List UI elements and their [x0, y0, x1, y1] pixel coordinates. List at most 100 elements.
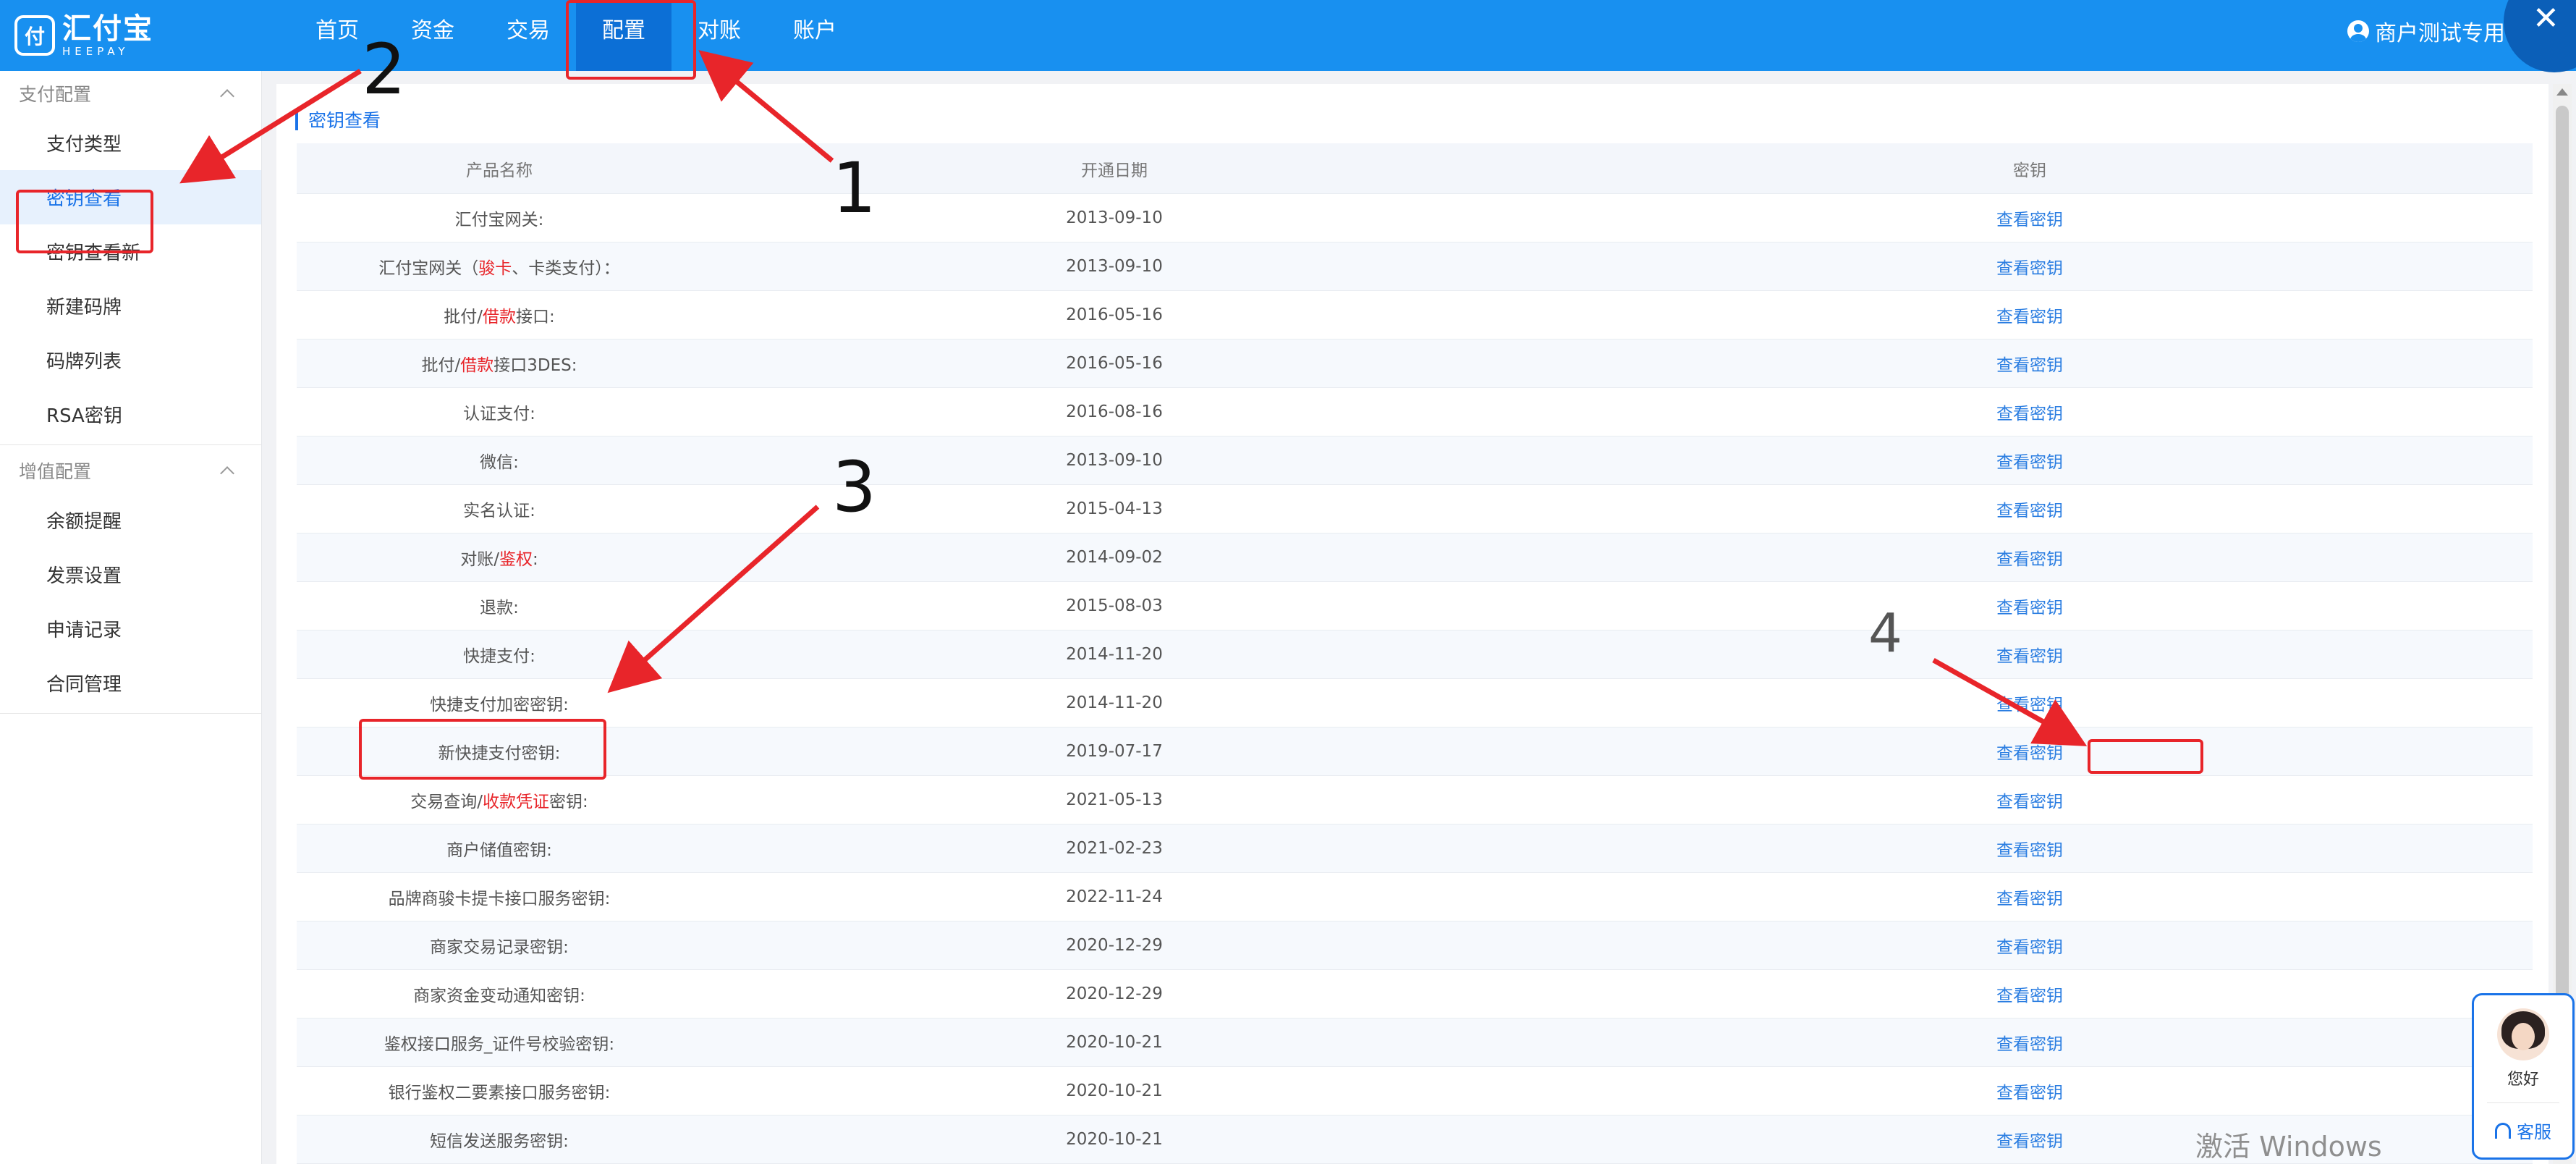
table-row: 批付/借款接口3DES: 2016-05-16 查看密钥	[297, 340, 2533, 388]
open-date-cell: 2016-08-16	[1066, 402, 1163, 421]
sidebar-item[interactable]: 发票设置	[0, 547, 261, 602]
table-row: 退款: 2015-08-03 查看密钥	[297, 582, 2533, 630]
table-row: 银行鉴权二要素接口服务密钥: 2020-10-21 查看密钥	[297, 1067, 2533, 1116]
logo-mark-icon: 付	[14, 15, 55, 56]
column-header: 产品名称	[466, 161, 533, 180]
product-name-text: 快捷支付:	[463, 647, 535, 666]
table-row: 鉴权接口服务_证件号校验密钥: 2020-10-21 查看密钥	[297, 1018, 2533, 1067]
scroll-up-icon[interactable]	[2556, 88, 2568, 96]
product-name-text: 商家资金变动通知密钥:	[413, 987, 585, 1005]
view-key-link[interactable]: 查看密钥	[1996, 1035, 2063, 1054]
view-key-link[interactable]: 查看密钥	[1996, 793, 2063, 811]
scrollbar-thumb[interactable]	[2556, 106, 2569, 1061]
view-key-link[interactable]: 查看密钥	[1996, 841, 2063, 860]
open-date-cell: 2021-05-13	[1066, 790, 1163, 809]
customer-service-label: 客服	[2517, 1122, 2551, 1142]
key-action-cell: 查看密钥	[1527, 497, 2533, 521]
key-action-cell: 查看密钥	[1527, 1030, 2533, 1055]
product-name-cell: 商家资金变动通知密钥:	[297, 982, 702, 1006]
key-action-cell: 查看密钥	[1527, 836, 2533, 861]
view-key-link[interactable]: 查看密钥	[1996, 938, 2063, 957]
product-name-text: 商户储值密钥:	[446, 841, 552, 860]
logo-text: 汇付宝 HEEPAY	[62, 14, 153, 57]
view-key-link[interactable]: 查看密钥	[1996, 890, 2063, 908]
view-key-link[interactable]: 查看密钥	[1996, 647, 2063, 666]
product-name-text: 微信:	[480, 453, 519, 472]
sidebar-group-header[interactable]: 增值配置	[0, 448, 261, 493]
open-date-cell: 2015-04-13	[1066, 499, 1163, 518]
open-date-cell: 2016-05-16	[1066, 354, 1163, 373]
view-key-link[interactable]: 查看密钥	[1996, 405, 2063, 423]
view-key-link[interactable]: 查看密钥	[1996, 599, 2063, 617]
sidebar-item[interactable]: 密钥查看	[0, 170, 261, 224]
key-action-cell: 查看密钥	[1527, 303, 2533, 327]
customer-service-button[interactable]: 客服	[2495, 1118, 2551, 1143]
annotation-number-2: 2	[362, 29, 407, 110]
product-name-cell: 银行鉴权二要素接口服务密钥:	[297, 1079, 702, 1103]
chevron-up-icon[interactable]	[220, 466, 234, 481]
service-greeting: 您好	[2507, 1071, 2539, 1089]
product-name-cell: 退款:	[297, 594, 702, 618]
table-row: 汇付宝网关（骏卡、卡类支付）： 2013-09-10 查看密钥	[297, 242, 2533, 291]
open-date-cell: 2020-10-21	[1066, 1081, 1163, 1100]
view-key-link[interactable]: 查看密钥	[1996, 696, 2063, 714]
product-name-text: 对账/	[460, 550, 499, 569]
open-date-cell: 2021-02-23	[1066, 839, 1163, 858]
nav-item-4[interactable]: 对账	[671, 0, 767, 71]
sidebar-item[interactable]: 新建码牌	[0, 279, 261, 333]
chevron-up-icon[interactable]	[220, 89, 234, 104]
nav-item-5[interactable]: 账户	[767, 0, 863, 71]
table-row: 实名认证: 2015-04-13 查看密钥	[297, 485, 2533, 534]
windows-activation-watermark: 激活 Windows	[2195, 1131, 2382, 1163]
product-name-cell: 快捷支付:	[297, 642, 702, 667]
column-header: 开通日期	[1081, 161, 1148, 180]
sidebar-item[interactable]: RSA密钥	[0, 387, 261, 442]
key-action-cell: 查看密钥	[1527, 400, 2533, 424]
view-key-link[interactable]: 查看密钥	[1996, 356, 2063, 375]
customer-service-widget[interactable]: 您好 客服	[2472, 993, 2575, 1160]
view-key-link[interactable]: 查看密钥	[1996, 1132, 2063, 1151]
sidebar-group-header[interactable]: 支付配置	[0, 71, 261, 116]
key-action-cell: 查看密钥	[1527, 642, 2533, 667]
view-key-link[interactable]: 查看密钥	[1996, 453, 2063, 472]
sidebar-item[interactable]: 余额提醒	[0, 493, 261, 547]
view-key-link[interactable]: 查看密钥	[1996, 744, 2063, 763]
sidebar-group-title: 支付配置	[19, 84, 92, 105]
view-key-link[interactable]: 查看密钥	[1996, 502, 2063, 520]
product-name-cell: 批付/借款接口:	[297, 303, 702, 327]
product-name-text: 交易查询/	[410, 793, 483, 811]
sidebar-item[interactable]: 支付类型	[0, 116, 261, 170]
sidebar-item[interactable]: 码牌列表	[0, 333, 261, 387]
sidebar-item[interactable]: 合同管理	[0, 656, 261, 710]
annotation-number-1: 1	[832, 148, 877, 229]
view-key-link[interactable]: 查看密钥	[1996, 987, 2063, 1005]
close-icon: ✕	[2533, 0, 2559, 37]
table-row: 新快捷支付密钥: 2019-07-17 查看密钥	[297, 728, 2533, 776]
sidebar-group-title: 增值配置	[19, 461, 92, 482]
highlighted-text: 鉴权	[499, 550, 533, 569]
nav-item-3[interactable]: 配置	[576, 0, 671, 71]
view-key-link[interactable]: 查看密钥	[1996, 550, 2063, 569]
view-key-link[interactable]: 查看密钥	[1996, 308, 2063, 326]
product-name-text: 、卡类支付）：	[512, 259, 620, 278]
product-name-cell: 鉴权接口服务_证件号校验密钥:	[297, 1030, 702, 1055]
product-name-text: 认证支付:	[463, 405, 535, 423]
table-row: 汇付宝网关: 2013-09-10 查看密钥	[297, 194, 2533, 242]
brand-logo[interactable]: 付 汇付宝 HEEPAY	[14, 10, 153, 61]
table-row: 品牌商骏卡提卡接口服务密钥: 2022-11-24 查看密钥	[297, 873, 2533, 922]
highlighted-text: 借款	[483, 308, 516, 326]
nav-item-2[interactable]: 交易	[480, 0, 576, 71]
view-key-link[interactable]: 查看密钥	[1996, 1084, 2063, 1102]
view-key-link[interactable]: 查看密钥	[1996, 211, 2063, 229]
product-name-text: 新快捷支付密钥:	[438, 744, 561, 763]
table-row: 快捷支付加密密钥: 2014-11-20 查看密钥	[297, 679, 2533, 728]
view-key-link[interactable]: 查看密钥	[1996, 259, 2063, 278]
sidebar-divider	[0, 444, 261, 445]
key-action-cell: 查看密钥	[1527, 545, 2533, 570]
product-name-text: 短信发送服务密钥:	[430, 1132, 569, 1151]
sidebar-item[interactable]: 申请记录	[0, 602, 261, 656]
sidebar-item[interactable]: 密钥查看新	[0, 224, 261, 279]
product-name-text: 接口:	[516, 308, 555, 326]
column-header: 密钥	[2013, 161, 2046, 180]
table-row: 对账/鉴权: 2014-09-02 查看密钥	[297, 534, 2533, 582]
